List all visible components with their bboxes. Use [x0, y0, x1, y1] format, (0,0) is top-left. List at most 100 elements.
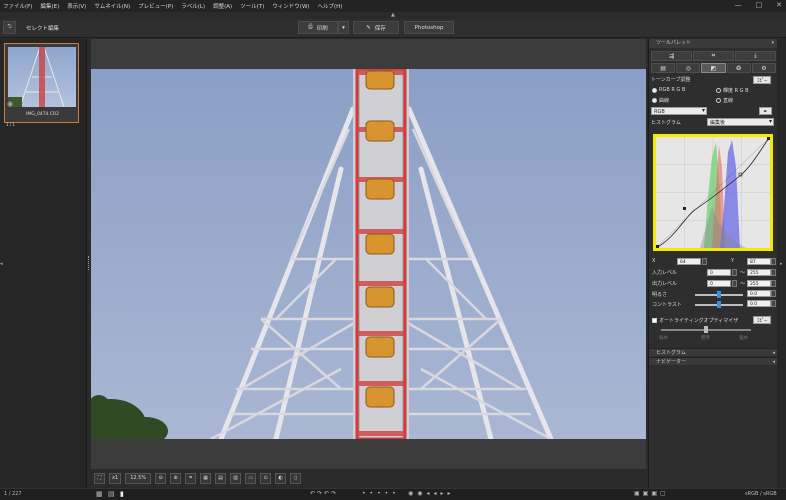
maximize-icon[interactable]: □: [756, 1, 763, 9]
zoom-out-icon[interactable]: ⊖: [155, 472, 167, 484]
thumbnail-image: [8, 47, 76, 107]
preview-toolbar: ⛶ x1 12.5% ⊖ ⊕ ⌗ ▦ ▤ ▥ ▭ ⊙ ◐ ▯: [91, 470, 646, 486]
contrast-spinner[interactable]: [771, 300, 776, 307]
input-max-spinner[interactable]: [771, 269, 776, 276]
menu-label[interactable]: ラベル(L): [181, 2, 205, 10]
tab-tone-curve-icon[interactable]: ◩: [701, 63, 726, 73]
menu-bar: ファイル(F) 編集(E) 表示(V) サムネイル(N) プレビュー(P) ラベ…: [0, 0, 786, 12]
output-max-input[interactable]: 255: [747, 280, 771, 287]
color-icon[interactable]: ◐: [275, 472, 287, 484]
y-value-input[interactable]: 87: [747, 258, 771, 265]
tool-palette: ツールパレット ▾ ⇶ ⌗ ⤓ ▤ ◎ ◩ ❂ ⚙ トーンカーブ調整 ｺﾋﾟｰ …: [648, 39, 778, 488]
brightness-spinner[interactable]: [771, 290, 776, 297]
radio-luminance[interactable]: 輝度 R G B: [716, 87, 749, 94]
y-spinner[interactable]: [771, 258, 776, 265]
panel-icon[interactable]: ▯: [290, 472, 302, 484]
contrast-input[interactable]: 0.0: [747, 300, 771, 307]
tab-export-icon[interactable]: ⤓: [735, 51, 776, 61]
output-max-spinner[interactable]: [771, 280, 776, 287]
input-min-spinner[interactable]: [732, 269, 737, 276]
back-button[interactable]: ⮌: [3, 21, 16, 34]
menu-view[interactable]: 表示(V): [67, 2, 86, 10]
brightness-input[interactable]: 0.0: [747, 290, 771, 297]
image-preview[interactable]: [91, 69, 646, 439]
photoshop-button[interactable]: Photoshop: [404, 21, 454, 34]
x-value-input[interactable]: 64: [677, 258, 701, 265]
radio-curve[interactable]: 曲線: [652, 97, 669, 104]
tab-picture-style-icon[interactable]: ⇶: [651, 51, 692, 61]
menu-help[interactable]: ヘルプ(H): [318, 2, 343, 10]
left-panel-toggle-icon[interactable]: ◂: [0, 261, 3, 267]
histogram-section-header[interactable]: ヒストグラム: [649, 348, 778, 357]
view-toggle-icons[interactable]: ▣▣▣▢: [634, 490, 669, 497]
zoom-select[interactable]: 12.5%: [125, 472, 152, 484]
channel-select[interactable]: RGB: [651, 107, 707, 115]
navigator-section-header[interactable]: ナビゲーター: [649, 357, 778, 366]
auto-lighting-knob[interactable]: [704, 326, 708, 333]
right-panel-toggle-icon[interactable]: ▸: [780, 261, 783, 267]
output-min-spinner[interactable]: [732, 280, 737, 287]
minimize-icon[interactable]: —: [735, 1, 742, 9]
collapse-toolbar-icon[interactable]: ▲: [391, 12, 395, 18]
auto-lighting-copy-button[interactable]: ｺﾋﾟｰ: [753, 316, 771, 324]
menu-tools[interactable]: ツール(T): [240, 2, 264, 10]
zoom-in-icon[interactable]: ⊕: [170, 472, 182, 484]
x-spinner[interactable]: [702, 258, 707, 265]
tab-settings-icon[interactable]: ⚙: [751, 63, 777, 73]
auto-lighting-slider[interactable]: [661, 326, 751, 333]
input-min-input[interactable]: 0: [707, 269, 731, 276]
af-point-icon[interactable]: ⊙: [260, 472, 272, 484]
tone-curve-graph[interactable]: [653, 134, 773, 251]
tilde-icon: 〜: [740, 270, 746, 276]
tab-crop-icon[interactable]: ⌗: [693, 51, 734, 61]
radio-line[interactable]: 直線: [716, 97, 733, 104]
brightness-slider[interactable]: [695, 291, 743, 298]
navigation-icons[interactable]: ◉◉◂◂▸▸: [408, 490, 455, 497]
tab-lens-icon[interactable]: ◎: [676, 63, 701, 73]
print-dropdown-button[interactable]: ▾: [338, 21, 349, 34]
window-controls: — □ ✕: [735, 1, 783, 9]
menu-preview[interactable]: プレビュー(P): [138, 2, 173, 10]
fit-button[interactable]: ⛶: [94, 472, 105, 484]
close-icon[interactable]: ✕: [776, 1, 782, 9]
input-max-input[interactable]: 255: [747, 269, 771, 276]
menu-window[interactable]: ウィンドウ(W): [272, 2, 309, 10]
output-min-input[interactable]: 0: [707, 280, 731, 287]
radio-rgb-label: RGB R G B: [659, 87, 686, 93]
brightness-knob[interactable]: [717, 291, 721, 298]
single-view-icon[interactable]: ▮: [120, 490, 124, 498]
auto-lighting-checkbox[interactable]: オートライティングオプティマイザ: [652, 317, 738, 324]
menu-adjust[interactable]: 調整(A): [213, 2, 232, 10]
radio-rgb[interactable]: RGB R G B: [652, 87, 685, 93]
save-button[interactable]: ✎ 保存: [353, 21, 399, 34]
actual-size-button[interactable]: x1: [109, 472, 122, 484]
menu-edit[interactable]: 編集(E): [40, 2, 59, 10]
radio-dot: [716, 88, 721, 93]
tone-curve-copy-button[interactable]: ｺﾋﾟｰ: [753, 76, 771, 84]
grid-icon[interactable]: ▦: [200, 472, 212, 484]
menu-file[interactable]: ファイル(F): [3, 2, 32, 10]
palette-menu-icon[interactable]: ▾: [771, 40, 774, 46]
rating-dots[interactable]: •••••: [362, 490, 400, 497]
contrast-knob[interactable]: [717, 301, 721, 308]
compare-icon[interactable]: ▥: [230, 472, 242, 484]
layout-icon[interactable]: ▤: [215, 472, 227, 484]
left-splitter-handle[interactable]: [88, 256, 90, 270]
checkbox-box: [652, 318, 657, 323]
tab-basic-icon[interactable]: ▤: [651, 63, 676, 73]
thumbnail-view-icon[interactable]: ▦: [96, 490, 103, 498]
check-icon[interactable]: ◉: [7, 100, 13, 108]
tab-color-icon[interactable]: ❂: [726, 63, 751, 73]
crop-icon[interactable]: ⌗: [185, 472, 197, 484]
print-button[interactable]: ⎙ 印刷: [298, 21, 338, 34]
thumbnail-item[interactable]: ◉ 1 / 1 IMG_0474.CR2: [4, 43, 79, 127]
histogram-mode-select[interactable]: 編集後: [707, 118, 774, 126]
contrast-slider[interactable]: [695, 301, 743, 308]
radio-curve-label: 曲線: [659, 98, 670, 104]
rotate-tools-icon[interactable]: ↶↷↶↷: [310, 490, 338, 497]
menu-thumbnail[interactable]: サムネイル(N): [94, 2, 130, 10]
thumbnail-filename: IMG_0474.CR2: [26, 112, 59, 117]
view-mode-icon[interactable]: ▭: [245, 472, 257, 484]
list-view-icon[interactable]: ▤: [108, 490, 115, 498]
eyedropper-icon[interactable]: ✒: [759, 107, 772, 115]
